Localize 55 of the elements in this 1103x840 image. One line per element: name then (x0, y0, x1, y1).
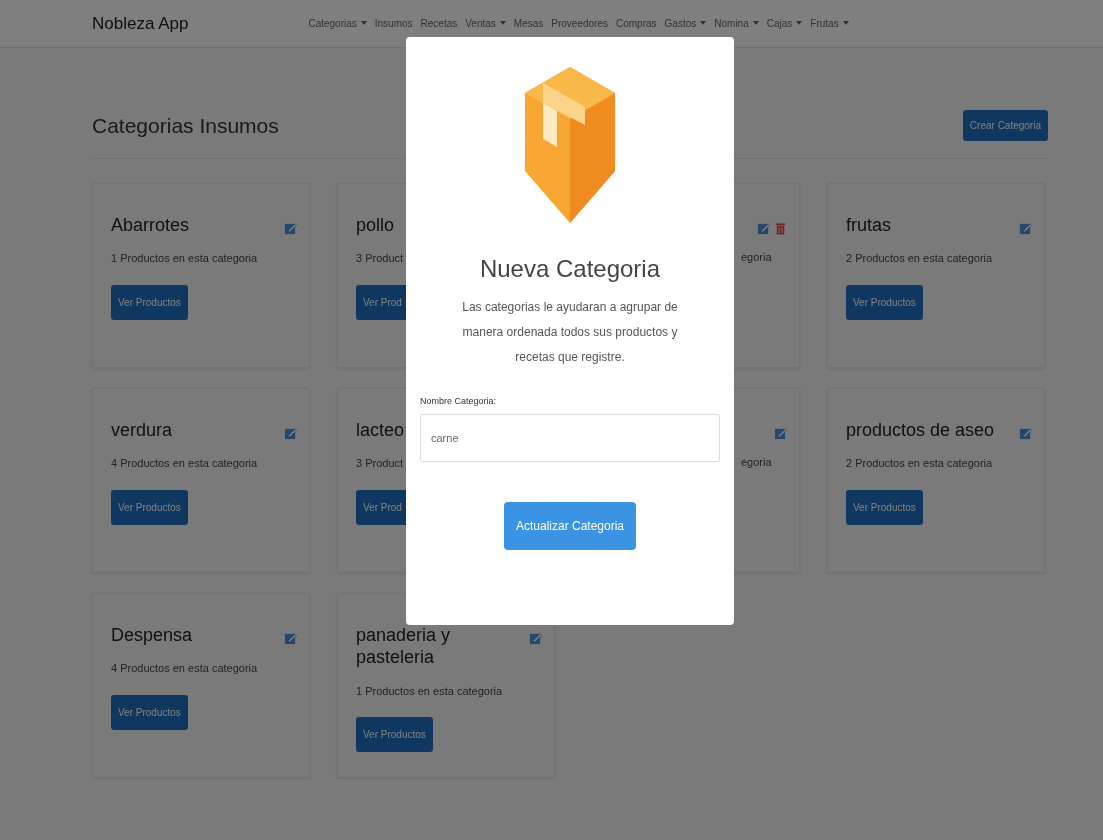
view-products-button[interactable]: Ver Productos (846, 489, 923, 525)
edit-icon[interactable] (1019, 426, 1032, 440)
update-category-button[interactable]: Actualizar Categoria (503, 502, 637, 551)
edit-icon[interactable] (284, 221, 297, 235)
edit-icon[interactable] (774, 426, 787, 440)
view-products-button[interactable]: Ver Productos (111, 489, 188, 525)
product-count: egoria (741, 249, 773, 265)
product-count: 3 Product (356, 456, 405, 471)
modal-description: Las categorias le ayudaran a agrupar de manera ordenada todos sus productos y recetas que registre. (461, 299, 679, 367)
category-title: lacteo (356, 418, 405, 441)
edit-icon[interactable] (284, 631, 297, 645)
product-count: 3 Product (356, 251, 405, 266)
category-title: panaderia y pasteleria (356, 623, 452, 669)
edit-icon[interactable] (284, 426, 297, 440)
nav-dropdown[interactable]: Cajas (766, 16, 803, 31)
product-count: egoria (741, 454, 773, 470)
nav-dropdown[interactable]: Nomina (714, 16, 759, 31)
nav-link[interactable]: Proveedores (551, 16, 608, 31)
field-label: Nombre Categoria: (420, 394, 498, 408)
create-category-button[interactable]: Crear Categoria (962, 110, 1048, 142)
nav-link[interactable]: Insumos (374, 16, 413, 31)
product-count: 1 Productos en esta categoria (111, 251, 259, 266)
nav-dropdown[interactable]: Ventas (465, 16, 506, 31)
product-count: 4 Productos en esta categoria (111, 661, 259, 676)
product-count: 2 Productos en esta categoria (846, 251, 994, 266)
view-products-button[interactable]: Ver Prod (356, 284, 409, 320)
view-products-button[interactable]: Ver Productos (111, 694, 188, 730)
product-count: 4 Productos en esta categoria (111, 456, 259, 471)
nav-link[interactable]: Mesas (513, 16, 544, 31)
view-products-button[interactable]: Ver Productos (111, 284, 188, 320)
nav-dropdown[interactable]: Gastos (664, 16, 707, 31)
category-title: verdura (111, 418, 173, 441)
nav-link[interactable]: Compras (616, 16, 657, 31)
nav-dropdown[interactable]: Categorias (308, 16, 367, 31)
view-products-button[interactable]: Ver Productos (356, 717, 433, 752)
edit-icon[interactable] (757, 221, 770, 235)
product-count: 1 Productos en esta categoria (356, 683, 504, 699)
category-title: pollo (356, 213, 395, 236)
trash-icon[interactable] (774, 221, 787, 235)
page-title: Categorias Insumos (92, 113, 279, 139)
category-title: frutas (846, 213, 892, 236)
category-title: Abarrotes (111, 213, 190, 236)
category-title: productos de aseo (846, 418, 995, 441)
nav-dropdown[interactable]: Frutas (810, 16, 849, 31)
edit-icon[interactable] (1019, 221, 1032, 235)
nav-link[interactable]: Recetas (420, 16, 458, 31)
box-icon (525, 67, 615, 223)
view-products-button[interactable]: Ver Productos (846, 284, 923, 320)
category-name-field[interactable]: carne (420, 414, 720, 463)
edit-icon[interactable] (529, 631, 542, 645)
product-count: 2 Productos en esta categoria (846, 456, 994, 471)
modal-title: Nueva Categoria (478, 254, 662, 284)
category-title: Despensa (111, 623, 193, 646)
view-products-button[interactable]: Ver Prod (356, 489, 409, 525)
brand-link[interactable]: Nobleza App (92, 10, 189, 37)
